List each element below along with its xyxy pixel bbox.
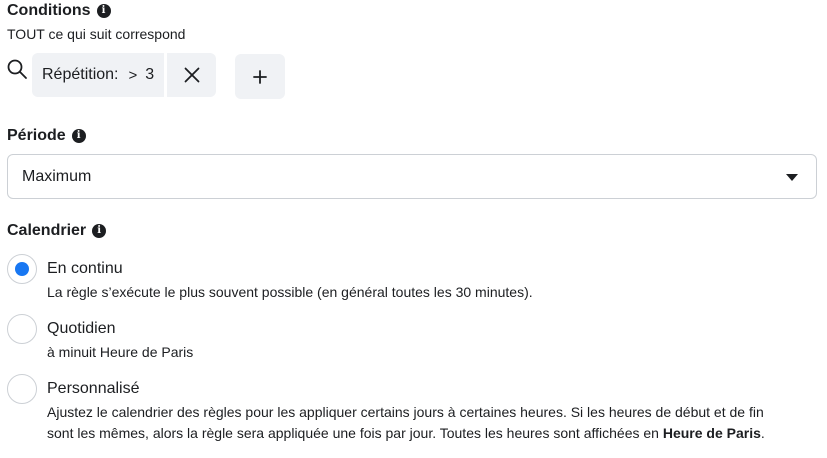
radio-custom[interactable] bbox=[7, 374, 37, 404]
remove-condition-button[interactable] bbox=[167, 53, 216, 97]
radio-daily[interactable] bbox=[7, 314, 37, 344]
info-icon[interactable]: i bbox=[92, 224, 107, 238]
option-custom-label[interactable]: Personnalisé bbox=[47, 380, 140, 398]
condition-chip[interactable]: Répétition: > 3 bbox=[32, 53, 217, 97]
option-continuous-label[interactable]: En continu bbox=[47, 260, 123, 278]
schedule-title: Calendrier bbox=[7, 222, 87, 239]
info-icon[interactable]: i bbox=[96, 4, 111, 18]
schedule-heading: Calendrier i bbox=[7, 222, 107, 240]
period-title: Période bbox=[7, 127, 66, 144]
period-select[interactable]: Maximum bbox=[7, 154, 817, 199]
period-heading: Période i bbox=[7, 127, 86, 145]
caret-down-icon bbox=[786, 174, 798, 181]
option-custom-description-line2-text: sont les mêmes, alors la règle sera appl… bbox=[47, 425, 659, 441]
condition-value: 3 bbox=[145, 66, 155, 83]
condition-field: Répétition: bbox=[42, 66, 119, 83]
conditions-title: Conditions bbox=[7, 2, 91, 19]
option-custom-description-line1: Ajustez le calendrier des règles pour le… bbox=[47, 404, 764, 420]
option-custom-description-line2: sont les mêmes, alors la règle sera appl… bbox=[47, 423, 817, 444]
period-selected-value: Maximum bbox=[22, 167, 92, 185]
condition-operator: > bbox=[128, 66, 138, 84]
info-icon[interactable]: i bbox=[71, 129, 86, 143]
option-daily-label[interactable]: Quotidien bbox=[47, 320, 116, 338]
close-icon bbox=[184, 67, 200, 83]
option-daily-description: à minuit Heure de Paris bbox=[47, 344, 194, 360]
conditions-subtitle: TOUT ce qui suit correspond bbox=[7, 26, 186, 42]
option-custom-description-end: . bbox=[760, 425, 765, 441]
option-continuous-description: La règle s’exécute le plus souvent possi… bbox=[47, 284, 533, 300]
timezone-emphasis: Heure de Paris bbox=[662, 425, 761, 441]
conditions-heading: Conditions i bbox=[7, 2, 111, 20]
condition-chip-body[interactable]: Répétition: > 3 bbox=[32, 53, 164, 97]
option-custom-description: Ajustez le calendrier des règles pour le… bbox=[47, 402, 817, 444]
plus-icon bbox=[253, 69, 267, 84]
search-icon bbox=[7, 59, 27, 79]
radio-continuous[interactable] bbox=[7, 254, 37, 284]
add-condition-button[interactable] bbox=[235, 54, 285, 99]
